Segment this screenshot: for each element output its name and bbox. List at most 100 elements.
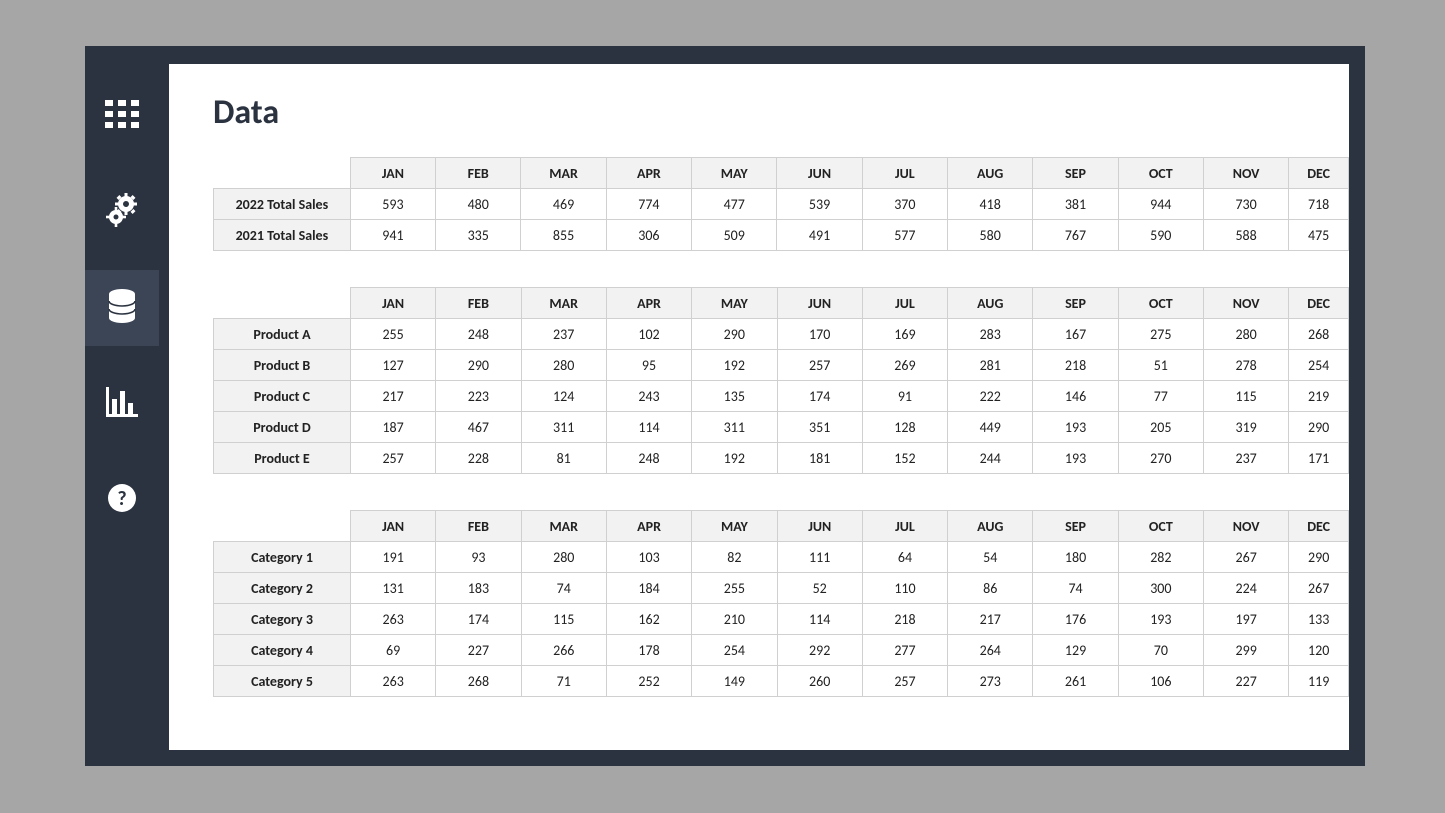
cell[interactable]: 282	[1118, 542, 1203, 573]
cell[interactable]: 299	[1203, 635, 1288, 666]
cell[interactable]: 71	[521, 666, 606, 697]
cell[interactable]: 257	[350, 443, 435, 474]
cell[interactable]: 193	[1033, 412, 1118, 443]
cell[interactable]: 129	[1033, 635, 1118, 666]
sidebar-item-settings[interactable]	[85, 174, 159, 250]
cell[interactable]: 111	[777, 542, 862, 573]
cell[interactable]: 280	[521, 350, 606, 381]
cell[interactable]: 351	[777, 412, 862, 443]
cell[interactable]: 149	[692, 666, 777, 697]
cell[interactable]: 268	[436, 666, 521, 697]
cell[interactable]: 103	[606, 542, 691, 573]
cell[interactable]: 174	[777, 381, 862, 412]
cell[interactable]: 91	[862, 381, 947, 412]
sidebar-item-data[interactable]	[85, 270, 159, 346]
cell[interactable]: 77	[1118, 381, 1203, 412]
cell[interactable]: 311	[692, 412, 777, 443]
cell[interactable]: 193	[1118, 604, 1203, 635]
cell[interactable]: 477	[692, 189, 777, 220]
cell[interactable]: 120	[1289, 635, 1349, 666]
cell[interactable]: 217	[948, 604, 1033, 635]
cell[interactable]: 290	[436, 350, 521, 381]
cell[interactable]: 730	[1203, 189, 1288, 220]
cell[interactable]: 944	[1118, 189, 1203, 220]
cell[interactable]: 335	[436, 220, 521, 251]
cell[interactable]: 64	[862, 542, 947, 573]
cell[interactable]: 469	[521, 189, 606, 220]
cell[interactable]: 114	[606, 412, 691, 443]
cell[interactable]: 205	[1118, 412, 1203, 443]
cell[interactable]: 266	[521, 635, 606, 666]
cell[interactable]: 290	[692, 319, 777, 350]
sidebar-item-help[interactable]: ?	[85, 462, 159, 538]
cell[interactable]: 115	[1203, 381, 1288, 412]
cell[interactable]: 418	[947, 189, 1032, 220]
cell[interactable]: 135	[692, 381, 777, 412]
cell[interactable]: 197	[1203, 604, 1288, 635]
cell[interactable]: 283	[948, 319, 1033, 350]
cell[interactable]: 277	[862, 635, 947, 666]
cell[interactable]: 114	[777, 604, 862, 635]
cell[interactable]: 174	[436, 604, 521, 635]
cell[interactable]: 70	[1118, 635, 1203, 666]
cell[interactable]: 855	[521, 220, 606, 251]
cell[interactable]: 52	[777, 573, 862, 604]
cell[interactable]: 228	[436, 443, 521, 474]
cell[interactable]: 281	[948, 350, 1033, 381]
cell[interactable]: 267	[1289, 573, 1349, 604]
cell[interactable]: 51	[1118, 350, 1203, 381]
cell[interactable]: 255	[692, 573, 777, 604]
cell[interactable]: 306	[606, 220, 691, 251]
cell[interactable]: 263	[351, 666, 436, 697]
cell[interactable]: 115	[521, 604, 606, 635]
cell[interactable]: 260	[777, 666, 862, 697]
cell[interactable]: 69	[351, 635, 436, 666]
cell[interactable]: 255	[350, 319, 435, 350]
cell[interactable]: 192	[692, 350, 777, 381]
cell[interactable]: 577	[862, 220, 947, 251]
cell[interactable]: 311	[521, 412, 606, 443]
cell[interactable]: 941	[350, 220, 435, 251]
cell[interactable]: 319	[1203, 412, 1288, 443]
cell[interactable]: 237	[521, 319, 606, 350]
cell[interactable]: 119	[1289, 666, 1349, 697]
cell[interactable]: 191	[351, 542, 436, 573]
cell[interactable]: 81	[521, 443, 606, 474]
cell[interactable]: 227	[436, 635, 521, 666]
cell[interactable]: 218	[1033, 350, 1118, 381]
cell[interactable]: 178	[606, 635, 691, 666]
cell[interactable]: 593	[350, 189, 435, 220]
cell[interactable]: 193	[1033, 443, 1118, 474]
cell[interactable]: 192	[692, 443, 777, 474]
cell[interactable]: 273	[948, 666, 1033, 697]
cell[interactable]: 210	[692, 604, 777, 635]
cell[interactable]: 170	[777, 319, 862, 350]
cell[interactable]: 82	[692, 542, 777, 573]
cell[interactable]: 93	[436, 542, 521, 573]
cell[interactable]: 237	[1203, 443, 1288, 474]
cell[interactable]: 162	[606, 604, 691, 635]
cell[interactable]: 268	[1289, 319, 1349, 350]
cell[interactable]: 280	[521, 542, 606, 573]
cell[interactable]: 244	[948, 443, 1033, 474]
cell[interactable]: 171	[1289, 443, 1349, 474]
cell[interactable]: 167	[1033, 319, 1118, 350]
cell[interactable]: 257	[777, 350, 862, 381]
cell[interactable]: 95	[606, 350, 691, 381]
cell[interactable]: 580	[947, 220, 1032, 251]
cell[interactable]: 252	[606, 666, 691, 697]
cell[interactable]: 74	[1033, 573, 1118, 604]
cell[interactable]: 128	[862, 412, 947, 443]
sidebar-item-dashboard[interactable]	[85, 78, 159, 154]
cell[interactable]: 292	[777, 635, 862, 666]
cell[interactable]: 269	[862, 350, 947, 381]
cell[interactable]: 590	[1118, 220, 1203, 251]
cell[interactable]: 131	[351, 573, 436, 604]
cell[interactable]: 152	[862, 443, 947, 474]
cell[interactable]: 133	[1289, 604, 1349, 635]
cell[interactable]: 223	[436, 381, 521, 412]
cell[interactable]: 767	[1033, 220, 1118, 251]
cell[interactable]: 181	[777, 443, 862, 474]
cell[interactable]: 254	[692, 635, 777, 666]
cell[interactable]: 218	[862, 604, 947, 635]
